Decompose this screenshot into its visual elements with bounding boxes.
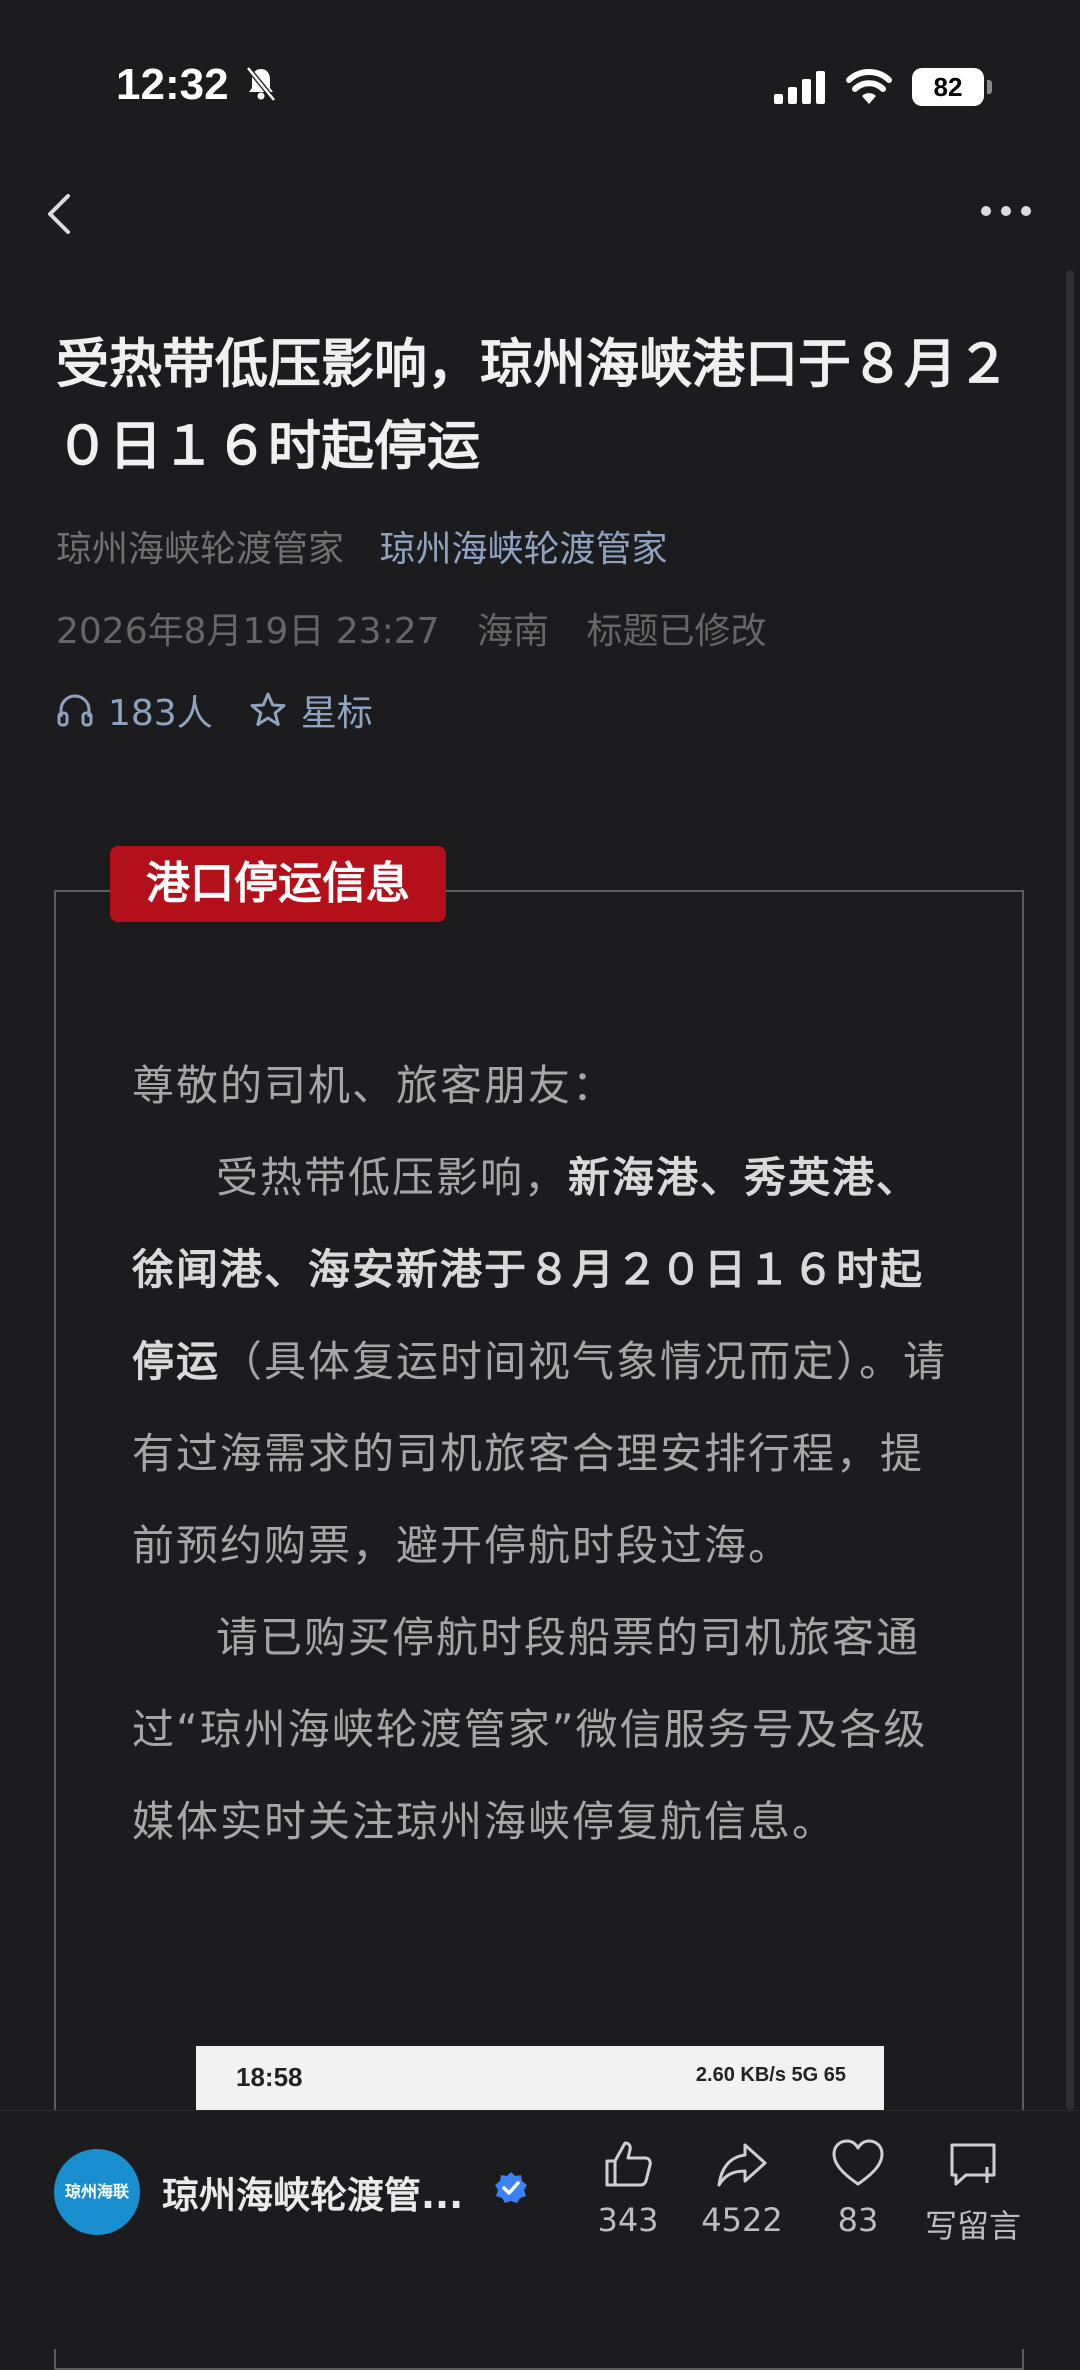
headphones-icon[interactable] <box>56 691 94 729</box>
status-time: 12:32 <box>116 60 229 109</box>
cellular-signal-icon <box>774 71 825 104</box>
wifi-icon <box>846 69 892 104</box>
notice-p1-intro: 受热带低压影响， <box>216 1153 569 1202</box>
share-button[interactable]: 4522 <box>682 2137 802 2239</box>
embedded-status: 2.60 KB/s 5G 65 <box>695 2064 846 2086</box>
article-author: 琼州海峡轮渡管家 <box>56 529 345 570</box>
notice-paragraph-1: 受热带低压影响，新海港、秀英港、徐闻港、海安新港于８月２０日１６时起停运（具体复… <box>132 1132 950 1592</box>
star-label[interactable]: 星标 <box>301 684 373 736</box>
like-button[interactable]: 343 <box>568 2137 688 2239</box>
notice-tag: 港口停运信息 <box>110 846 446 922</box>
account-avatar[interactable]: 琼州海联 <box>54 2149 140 2235</box>
notice-greeting: 尊敬的司机、旅客朋友： <box>132 1061 617 1110</box>
heart-icon <box>832 2139 884 2186</box>
notice-paragraph-2: 请已购买停航时段船票的司机旅客通过“琼州海峡轮渡管家”微信服务号及各级媒体实时关… <box>132 1613 928 1846</box>
article-author-row: 琼州海峡轮渡管家 琼州海峡轮渡管家 <box>56 520 667 572</box>
more-options-icon[interactable] <box>976 196 1036 226</box>
article-title: 受热带低压影响，琼州海峡港口于８月２０日１６时起停运 <box>56 334 1010 477</box>
title-modified-note: 标题已修改 <box>586 611 767 652</box>
like-count: 343 <box>597 2201 659 2239</box>
write-comment-button[interactable]: 写留言 <box>913 2137 1033 2247</box>
back-arrow-icon[interactable] <box>40 184 80 244</box>
embedded-screenshot[interactable]: 18:58 2.60 KB/s 5G 65 <box>196 2046 884 2112</box>
embedded-time: 18:58 <box>236 2062 303 2092</box>
battery-indicator: 82 <box>912 68 992 106</box>
listener-count[interactable]: 183人 <box>108 684 213 736</box>
verified-badge-icon <box>495 2172 527 2203</box>
heart-button[interactable]: 83 <box>798 2137 918 2239</box>
status-bar: 12:32 82 <box>0 0 1080 170</box>
article-meta-row: 2026年8月19日 23:27 海南 标题已修改 <box>56 602 792 654</box>
thumbs-up-icon <box>605 2141 652 2187</box>
publish-location: 海南 <box>476 611 549 652</box>
comment-add-icon <box>950 2143 996 2186</box>
share-arrow-icon <box>717 2143 767 2187</box>
account-link[interactable]: 琼州海峡轮渡管家 <box>379 529 667 570</box>
bell-muted-icon <box>246 66 276 102</box>
share-count: 4522 <box>701 2201 783 2239</box>
listen-star-row: 183人 星标 <box>56 684 373 736</box>
heart-count: 83 <box>837 2201 879 2239</box>
scrollbar[interactable] <box>1066 270 1074 2110</box>
comment-label: 写留言 <box>924 2207 1021 2245</box>
account-name[interactable]: 琼州海峡轮渡管... <box>162 2165 463 2219</box>
publish-date: 2026年8月19日 23:27 <box>56 611 440 652</box>
notice-content: 尊敬的司机、旅客朋友： 受热带低压影响，新海港、秀英港、徐闻港、海安新港于８月２… <box>132 1040 950 1868</box>
bottom-bar: 琼州海联 琼州海峡轮渡管... 343 4522 83 写留言 <box>0 2110 1080 2349</box>
star-icon[interactable] <box>249 691 287 729</box>
notice-p1-rest: （具体复运时间视气象情况而定）。请有过海需求的司机旅客合理安排行程，提前预约购票… <box>132 1337 948 1570</box>
